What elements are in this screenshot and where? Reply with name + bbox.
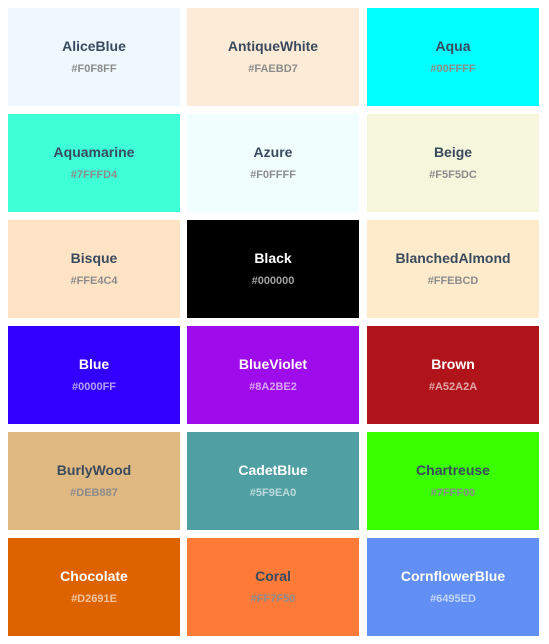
swatch-name: Blue bbox=[78, 356, 110, 372]
swatch-hex: #0000FF bbox=[71, 381, 117, 393]
swatch-hex: #F0F8FF bbox=[71, 63, 117, 75]
swatch-hex: #F5F5DC bbox=[429, 169, 477, 181]
swatch-hex: #8A2BE2 bbox=[249, 381, 297, 393]
swatch-aliceblue[interactable]: AliceBlue #F0F8FF bbox=[8, 8, 180, 106]
swatch-cadetblue[interactable]: CadetBlue #5F9EA0 bbox=[187, 432, 359, 530]
swatch-name: Chocolate bbox=[60, 568, 128, 584]
swatch-coral[interactable]: Coral #FF7F50 bbox=[187, 538, 359, 636]
swatch-hex: #000000 bbox=[251, 275, 295, 287]
swatch-name: Aquamarine bbox=[53, 144, 135, 160]
swatch-name: Bisque bbox=[70, 250, 118, 266]
swatch-name: Azure bbox=[253, 144, 293, 160]
swatch-antiquewhite[interactable]: AntiqueWhite #FAEBD7 bbox=[187, 8, 359, 106]
swatch-blanchedalmond[interactable]: BlanchedAlmond #FFEBCD bbox=[367, 220, 539, 318]
swatch-hex: #FFEBCD bbox=[427, 275, 479, 287]
swatch-name: AliceBlue bbox=[62, 38, 126, 54]
swatch-name: Coral bbox=[255, 568, 291, 584]
swatch-bisque[interactable]: Bisque #FFE4C4 bbox=[8, 220, 180, 318]
swatch-blue[interactable]: Blue #0000FF bbox=[8, 326, 180, 424]
swatch-hex: #00FFFF bbox=[430, 63, 476, 75]
swatch-aquamarine[interactable]: Aquamarine #7FFFD4 bbox=[8, 114, 180, 212]
swatch-name: AntiqueWhite bbox=[227, 38, 319, 54]
swatch-chocolate[interactable]: Chocolate #D2691E bbox=[8, 538, 180, 636]
swatch-hex: #FF7F50 bbox=[250, 593, 296, 605]
swatch-brown[interactable]: Brown #A52A2A bbox=[367, 326, 539, 424]
swatch-blueviolet[interactable]: BlueViolet #8A2BE2 bbox=[187, 326, 359, 424]
swatch-name: Black bbox=[254, 250, 292, 266]
swatch-name: CadetBlue bbox=[238, 462, 308, 478]
swatch-burlywood[interactable]: BurlyWood #DEB887 bbox=[8, 432, 180, 530]
swatch-name: CornflowerBlue bbox=[400, 568, 506, 584]
swatch-hex: #A52A2A bbox=[428, 381, 478, 393]
swatch-hex: #D2691E bbox=[71, 593, 117, 605]
swatch-hex: #FFE4C4 bbox=[70, 275, 118, 287]
swatch-azure[interactable]: Azure #F0FFFF bbox=[187, 114, 359, 212]
color-swatch-grid: AliceBlue #F0F8FF AntiqueWhite #FAEBD7 A… bbox=[0, 0, 549, 644]
swatch-hex: #7FFFD4 bbox=[70, 169, 118, 181]
swatch-hex: #6495ED bbox=[430, 593, 476, 605]
swatch-name: Aqua bbox=[435, 38, 471, 54]
swatch-hex: #F0FFFF bbox=[250, 169, 296, 181]
swatch-black[interactable]: Black #000000 bbox=[187, 220, 359, 318]
swatch-cornflowerblue[interactable]: CornflowerBlue #6495ED bbox=[367, 538, 539, 636]
swatch-beige[interactable]: Beige #F5F5DC bbox=[367, 114, 539, 212]
swatch-chartreuse[interactable]: Chartreuse #7FFF00 bbox=[367, 432, 539, 530]
swatch-name: BlueViolet bbox=[238, 356, 308, 372]
swatch-aqua[interactable]: Aqua #00FFFF bbox=[367, 8, 539, 106]
swatch-hex: #5F9EA0 bbox=[249, 487, 297, 499]
swatch-name: Brown bbox=[431, 356, 475, 372]
swatch-name: Chartreuse bbox=[416, 462, 490, 478]
swatch-name: BurlyWood bbox=[56, 462, 132, 478]
swatch-hex: #DEB887 bbox=[70, 487, 118, 499]
swatch-name: BlanchedAlmond bbox=[395, 250, 511, 266]
swatch-hex: #7FFF00 bbox=[430, 487, 476, 499]
swatch-hex: #FAEBD7 bbox=[248, 63, 298, 75]
swatch-name: Beige bbox=[433, 144, 473, 160]
